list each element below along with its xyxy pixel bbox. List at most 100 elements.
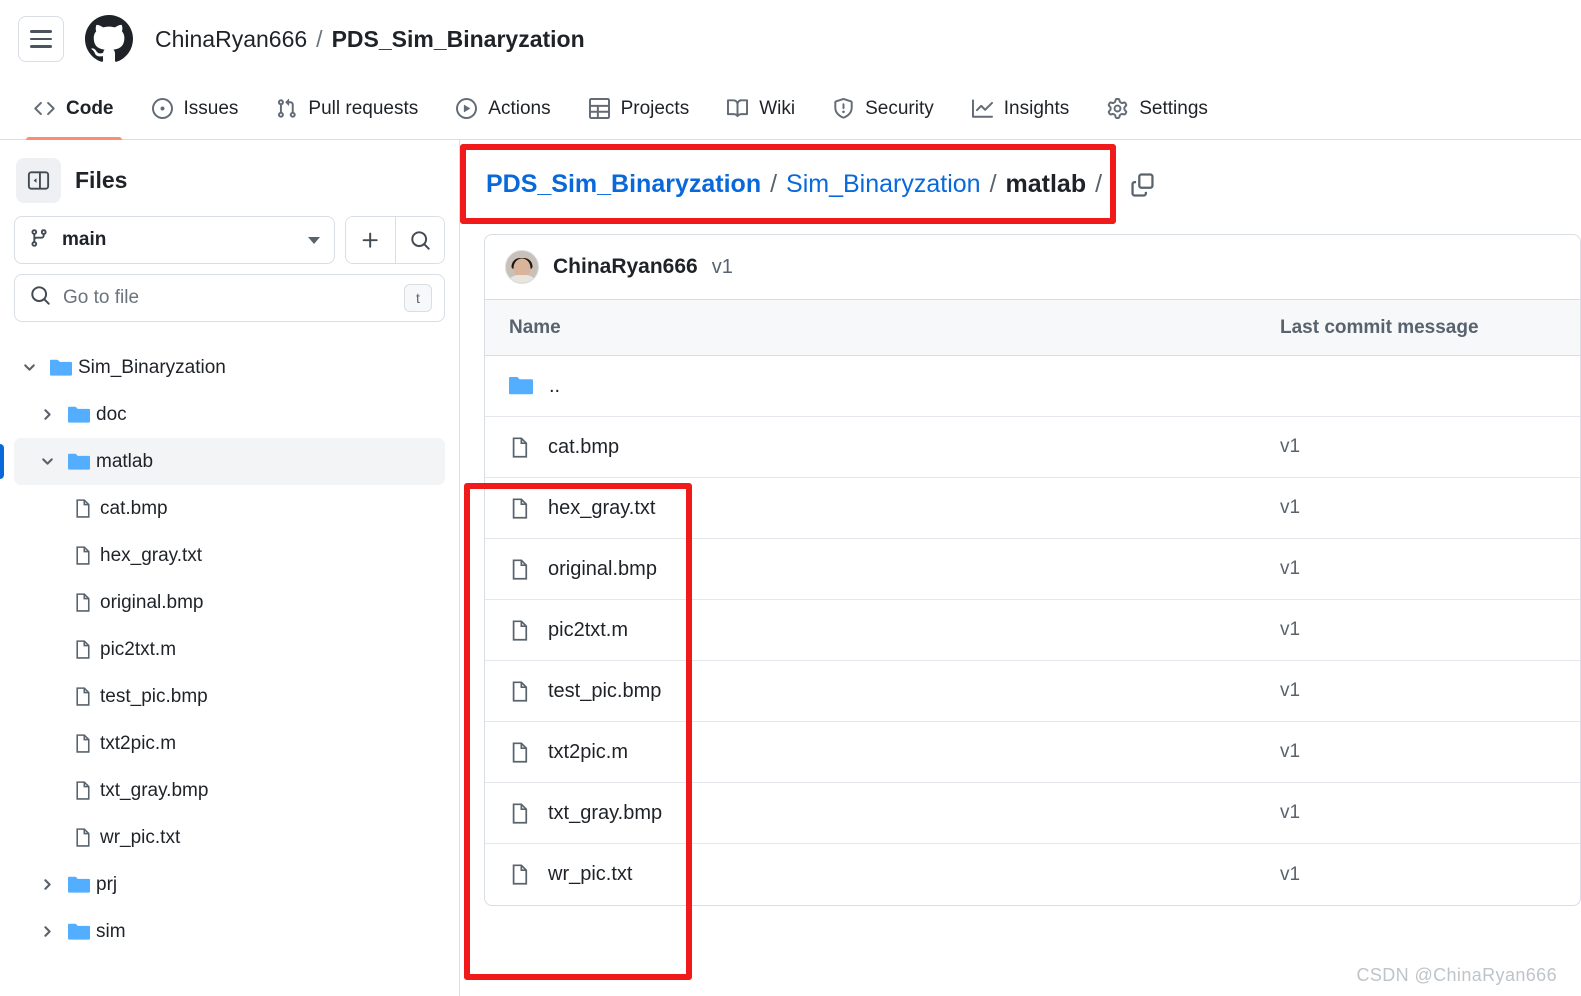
row-commit-cell[interactable]: v1 xyxy=(1280,436,1580,458)
tab-code[interactable]: Code xyxy=(18,78,130,140)
tab-security-label: Security xyxy=(865,97,934,119)
table-row[interactable]: cat.bmp v1 xyxy=(485,417,1580,478)
tree-item-pic2txt-m[interactable]: pic2txt.m xyxy=(14,626,445,673)
tree-item-hex-gray-txt[interactable]: hex_gray.txt xyxy=(14,532,445,579)
tree-item-matlab[interactable]: matlab xyxy=(0,438,445,485)
copy-path-icon[interactable] xyxy=(1129,171,1156,198)
tree-item-wr-pic-txt[interactable]: wr_pic.txt xyxy=(14,814,445,861)
table-row[interactable]: test_pic.bmp v1 xyxy=(485,661,1580,722)
row-name-cell[interactable]: original.bmp xyxy=(485,558,1280,581)
row-name-cell[interactable]: txt_gray.bmp xyxy=(485,802,1280,825)
search-input[interactable] xyxy=(63,287,392,309)
search-files-button[interactable] xyxy=(395,217,444,263)
tree-item-txt-gray-bmp[interactable]: txt_gray.bmp xyxy=(14,767,445,814)
file-table: Name Last commit message .. cat.bmp v1 h… xyxy=(484,300,1581,906)
tree-item-label: Sim_Binaryzation xyxy=(78,356,226,378)
go-to-file-search[interactable]: t xyxy=(14,274,445,322)
crumb-slash: / xyxy=(770,169,778,198)
chevron-down-icon[interactable] xyxy=(14,359,44,376)
crumb-repo-link[interactable]: PDS_Sim_Binaryzation xyxy=(486,170,761,199)
file-icon xyxy=(66,639,100,660)
row-name-label: hex_gray.txt xyxy=(548,496,656,519)
tree-item-prj[interactable]: prj xyxy=(14,861,445,908)
tab-insights[interactable]: Insights xyxy=(956,78,1085,139)
table-row[interactable]: txt_gray.bmp v1 xyxy=(485,783,1580,844)
row-commit-cell[interactable]: v1 xyxy=(1280,619,1580,641)
row-name-cell[interactable]: pic2txt.m xyxy=(485,619,1280,642)
folder-icon xyxy=(62,874,96,896)
table-row[interactable]: original.bmp v1 xyxy=(485,539,1580,600)
file-icon xyxy=(509,680,532,703)
tab-security[interactable]: Security xyxy=(817,78,950,139)
add-file-button[interactable] xyxy=(346,217,395,263)
chevron-right-icon[interactable] xyxy=(32,923,62,940)
table-row[interactable]: pic2txt.m v1 xyxy=(485,600,1580,661)
chevron-right-icon[interactable] xyxy=(32,876,62,893)
tree-item-sim[interactable]: sim xyxy=(14,908,445,955)
file-icon xyxy=(66,545,100,566)
shield-icon xyxy=(833,98,854,119)
tree-item-label: txt_gray.bmp xyxy=(100,779,209,801)
file-tree: Sim_Binaryzation doc matlab cat.bmp hex_… xyxy=(0,344,445,955)
row-name-cell[interactable]: wr_pic.txt xyxy=(485,863,1280,886)
row-commit-cell[interactable]: v1 xyxy=(1280,680,1580,702)
breadcrumb-repo[interactable]: PDS_Sim_Binaryzation xyxy=(332,26,585,53)
row-commit-cell[interactable]: v1 xyxy=(1280,497,1580,519)
commit-message[interactable]: v1 xyxy=(712,256,733,279)
tree-item-label: prj xyxy=(96,873,118,895)
app-header: ChinaRyan666 / PDS_Sim_Binaryzation xyxy=(0,0,1581,78)
table-row[interactable]: hex_gray.txt v1 xyxy=(485,478,1580,539)
tree-item-label: matlab xyxy=(96,450,154,472)
row-name-cell[interactable]: cat.bmp xyxy=(485,436,1280,459)
tab-pull-requests[interactable]: Pull requests xyxy=(260,78,434,139)
tab-actions[interactable]: Actions xyxy=(440,78,566,139)
branch-selector[interactable]: main xyxy=(14,216,335,264)
body-split: Files main Go to file t Sim_Binaryzation… xyxy=(0,140,1581,996)
crumb-slash: / xyxy=(989,169,997,198)
row-name-cell[interactable]: hex_gray.txt xyxy=(485,497,1280,520)
row-name-cell[interactable]: txt2pic.m xyxy=(485,741,1280,764)
file-icon xyxy=(509,558,532,581)
row-commit-cell[interactable]: v1 xyxy=(1280,864,1580,886)
row-commit-cell[interactable]: v1 xyxy=(1280,802,1580,824)
table-row[interactable]: wr_pic.txt v1 xyxy=(485,844,1580,905)
play-icon xyxy=(456,98,478,119)
path-breadcrumb: PDS_Sim_Binaryzation / Sim_Binaryzation … xyxy=(484,160,1156,208)
tab-issues[interactable]: Issues xyxy=(136,78,255,139)
tab-settings[interactable]: Settings xyxy=(1091,78,1224,139)
folder-icon xyxy=(62,921,96,943)
tree-item-label: txt2pic.m xyxy=(100,732,177,754)
folder-icon xyxy=(62,404,96,426)
row-name-cell[interactable]: .. xyxy=(485,374,1280,398)
github-logo-icon[interactable] xyxy=(85,15,133,63)
tree-item-cat-bmp[interactable]: cat.bmp xyxy=(14,485,445,532)
tree-item-original-bmp[interactable]: original.bmp xyxy=(14,579,445,626)
hamburger-icon[interactable] xyxy=(18,16,64,62)
chevron-down-icon[interactable] xyxy=(32,453,62,470)
file-icon xyxy=(66,780,100,801)
table-row[interactable]: .. xyxy=(485,356,1580,417)
file-icon xyxy=(509,497,532,520)
row-name-cell[interactable]: test_pic.bmp xyxy=(485,680,1280,703)
file-icon xyxy=(66,827,100,848)
file-icon xyxy=(66,592,100,613)
code-icon xyxy=(34,98,55,119)
tree-item-doc[interactable]: doc xyxy=(14,391,445,438)
tab-code-label: Code xyxy=(66,97,114,119)
row-commit-cell[interactable]: v1 xyxy=(1280,741,1580,763)
row-commit-cell[interactable]: v1 xyxy=(1280,558,1580,580)
file-icon xyxy=(66,498,100,519)
folder-open-icon xyxy=(44,357,78,379)
tree-item-txt2pic-m[interactable]: txt2pic.m xyxy=(14,720,445,767)
crumb-folder-link[interactable]: Sim_Binaryzation xyxy=(786,170,981,199)
tab-wiki[interactable]: Wiki xyxy=(711,78,811,139)
git-branch-icon xyxy=(29,228,49,253)
breadcrumb-owner[interactable]: ChinaRyan666 xyxy=(155,26,307,53)
sidebar-collapse-icon[interactable] xyxy=(16,157,61,203)
commit-author[interactable]: ChinaRyan666 xyxy=(553,255,698,279)
chevron-right-icon[interactable] xyxy=(32,406,62,423)
tab-projects[interactable]: Projects xyxy=(573,78,706,139)
table-row[interactable]: txt2pic.m v1 xyxy=(485,722,1580,783)
tree-item-sim-binaryzation[interactable]: Sim_Binaryzation xyxy=(14,344,445,391)
tree-item-test-pic-bmp[interactable]: test_pic.bmp xyxy=(14,673,445,720)
